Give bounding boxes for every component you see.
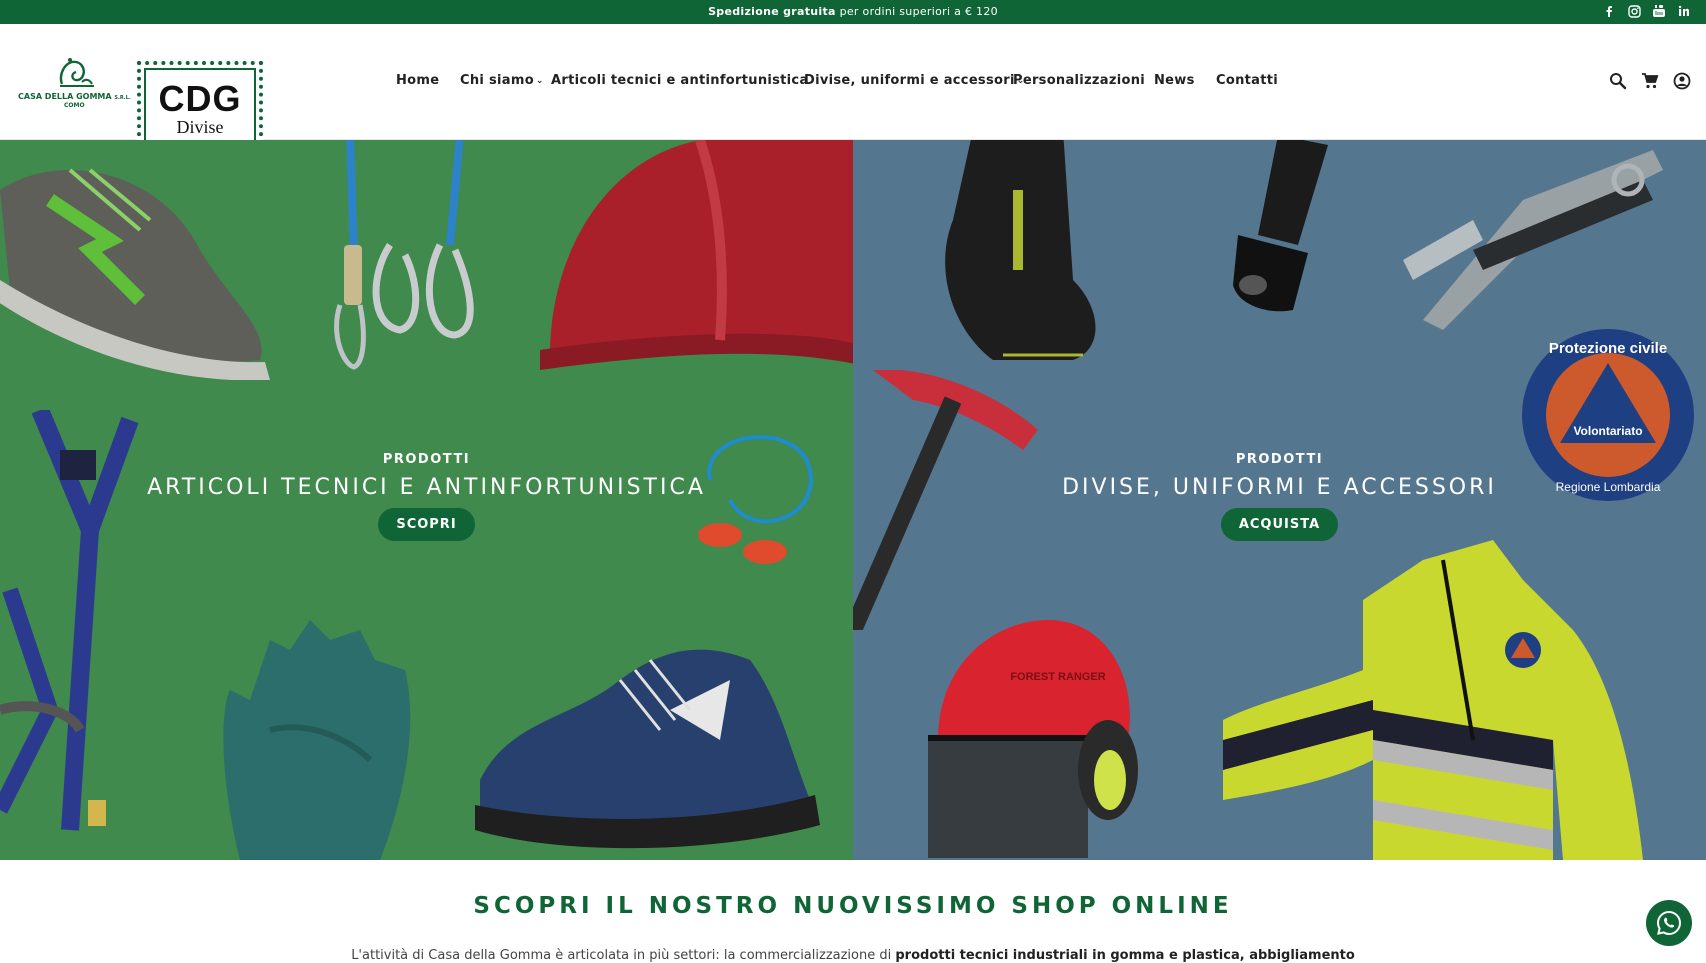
- hero-panel-divise[interactable]: Volontariato Protezione civile Regione L…: [853, 140, 1706, 860]
- account-icon[interactable]: [1672, 71, 1692, 91]
- scopri-button[interactable]: SCOPRI: [378, 508, 475, 541]
- divise-logo-text: Divise: [176, 117, 224, 137]
- cdg-logo-text: CDG: [158, 78, 242, 119]
- youtube-icon[interactable]: [1651, 3, 1667, 19]
- acquista-button[interactable]: ACQUISTA: [1220, 508, 1339, 541]
- hero-title: DIVISE, UNIFORMI E ACCESSORI: [1062, 475, 1497, 500]
- nav-personalizzazioni[interactable]: Personalizzazioni: [1013, 73, 1145, 88]
- forestry-helmet-image: FOREST RANGER: [928, 620, 1138, 858]
- helmet-text: FOREST RANGER: [1010, 671, 1105, 683]
- hero-kicker: PRODOTTI: [1235, 452, 1324, 467]
- hero-banner: PRODOTTI ARTICOLI TECNICI E ANTINFORTUNI…: [0, 140, 1706, 860]
- cdg-divise-logo[interactable]: CDG Divise: [137, 61, 263, 152]
- snail-logo-icon: [59, 58, 94, 87]
- site-header: CASA DELLA GOMMA S.R.L. COMO CDG Divise …: [0, 24, 1706, 152]
- nav-news[interactable]: News: [1154, 73, 1195, 88]
- promo-bold: Spedizione gratuita: [708, 5, 836, 18]
- intro-text: L'attività di Casa della Gomma è articol…: [351, 948, 892, 963]
- nav-chi-siamo[interactable]: Chi siamo ⌄: [460, 73, 544, 88]
- intro-paragraph: L'attività di Casa della Gomma è articol…: [0, 948, 1706, 963]
- work-boot-image: [945, 140, 1096, 360]
- nav-divise[interactable]: Divise, uniformi e accessori ⌄: [804, 73, 1025, 88]
- facebook-icon[interactable]: [1601, 3, 1617, 19]
- casa-city: COMO: [64, 102, 85, 109]
- nav-contatti[interactable]: Contatti: [1216, 73, 1278, 88]
- shop-section-title: SCOPRI IL NOSTRO NUOVISSIMO SHOP ONLINE: [473, 893, 1233, 919]
- whatsapp-chat-button[interactable]: [1646, 900, 1692, 946]
- promo-rest: per ordini superiori a € 120: [839, 5, 998, 18]
- whatsapp-icon: [1656, 910, 1682, 936]
- badge-top-text: Protezione civile: [1549, 340, 1667, 357]
- hero-caption-divise: PRODOTTI DIVISE, UNIFORMI E ACCESSORI AC…: [853, 452, 1706, 541]
- flashlight-image: [1233, 140, 1328, 312]
- lanyard-hooks-image: [334, 140, 474, 370]
- sneaker-shoe-image: [475, 649, 820, 849]
- casa-della-gomma-logo[interactable]: CASA DELLA GOMMA S.R.L. COMO: [18, 54, 131, 114]
- promo-bar: Spedizione gratuita per ordini superiori…: [0, 0, 1706, 24]
- hero-kicker: PRODOTTI: [382, 452, 471, 467]
- cart-icon[interactable]: [1640, 71, 1660, 91]
- search-icon[interactable]: [1608, 71, 1628, 91]
- linkedin-icon[interactable]: [1676, 3, 1692, 19]
- social-links: [1601, 3, 1692, 19]
- instagram-icon[interactable]: [1626, 3, 1642, 19]
- badge-volontariato-text: Volontariato: [1573, 424, 1642, 438]
- hero-title: ARTICOLI TECNICI E ANTINFORTUNISTICA: [147, 475, 706, 500]
- nav-home[interactable]: Home: [396, 73, 439, 88]
- nav-chi-siamo-label: Chi siamo: [460, 73, 534, 88]
- nav-divise-label: Divise, uniformi e accessori: [804, 73, 1015, 88]
- hi-vis-jacket-image: [1223, 540, 1643, 860]
- casa-name: CASA DELLA GOMMA S.R.L.: [18, 92, 131, 101]
- intro-bold-text: prodotti tecnici industriali in gomma e …: [895, 948, 1355, 963]
- hero-panel-articoli[interactable]: PRODOTTI ARTICOLI TECNICI E ANTINFORTUNI…: [0, 140, 853, 860]
- promo-text: Spedizione gratuita per ordini superiori…: [0, 5, 1706, 18]
- header-actions: [1608, 71, 1692, 91]
- work-glove-image: [223, 620, 411, 860]
- safety-shoe-image: [0, 168, 270, 380]
- hero-caption-articoli: PRODOTTI ARTICOLI TECNICI E ANTINFORTUNI…: [0, 452, 853, 541]
- nav-articoli[interactable]: Articoli tecnici e antinfortunistica: [551, 73, 809, 88]
- chevron-down-icon: ⌄: [535, 76, 544, 86]
- hard-hat-image: [540, 140, 853, 370]
